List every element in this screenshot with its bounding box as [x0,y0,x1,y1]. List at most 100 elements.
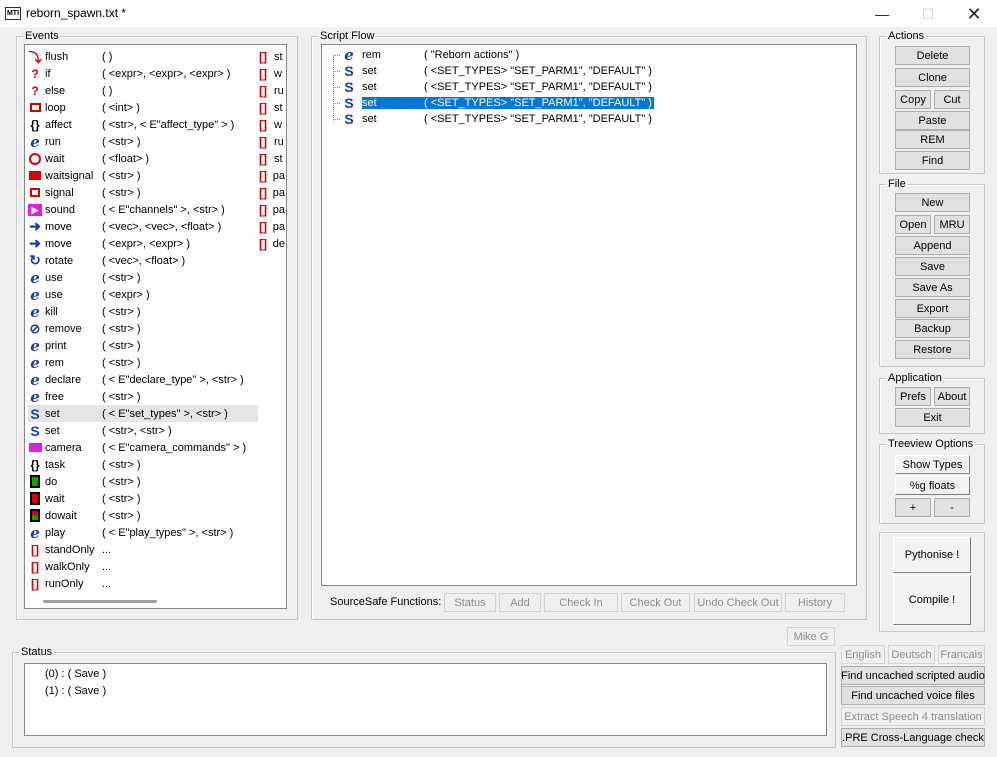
event-item[interactable]: ⤵ flush ( ) [28,48,258,65]
ss-history-button: History [785,593,845,612]
status-log[interactable]: (0) : ( Save ) (1) : ( Save ) [24,663,827,736]
event-item[interactable]: {} task ( <str> ) [28,456,258,473]
restore-button[interactable]: Restore [895,340,970,359]
event-name-truncated: pa [272,203,285,216]
status-line: (0) : ( Save ) [45,668,107,680]
paste-button[interactable]: Paste [895,111,970,130]
event-item[interactable]: e use ( <str> ) [28,268,258,287]
about-button[interactable]: About [934,387,970,406]
event-item-col2[interactable]: [] w [259,116,285,133]
event-item[interactable]: ↻ rotate ( <vec>, <float> ) [28,252,258,269]
open-button[interactable]: Open [895,215,931,234]
pre-cross-language-check-button[interactable]: .PRE Cross-Language check [841,728,985,747]
event-name: runOnly [45,577,84,590]
exit-button[interactable]: Exit [895,408,970,427]
event-item-col2[interactable]: [] pa [259,218,285,235]
compile-button[interactable]: Compile ! [893,575,971,625]
event-item-col2[interactable]: [] st [259,99,285,116]
script-flow-tree[interactable]: e rem( "Reborn actions" ) Sset( <SET_TYPES… [321,44,857,586]
tree-branch [333,55,340,56]
mru-button[interactable]: MRU [934,215,970,234]
backup-button[interactable]: Backup [895,319,970,338]
find-uncached-voice-button[interactable]: Find uncached voice files [841,686,985,705]
event-name-truncated: ru [274,135,284,148]
event-item[interactable]: ? if ( <expr>, <expr>, <expr> ) [28,65,258,82]
prefs-button[interactable]: Prefs [895,387,931,406]
event-args: ( < E"camera_commands" > ) [102,441,247,454]
event-item[interactable]: do ( <str> ) [28,473,258,490]
event-item[interactable]: e rem ( <str> ) [28,354,258,372]
flow-item[interactable]: e rem ( "Reborn actions" ) [333,46,521,64]
event-item-col2[interactable]: [] st [259,48,285,65]
event-item[interactable]: e free ( <str> ) [28,388,258,406]
event-item[interactable]: e kill ( <str> ) [28,303,258,321]
event-item-col2[interactable]: [] w [259,65,285,82]
event-args: ... [102,577,112,590]
flow-item[interactable]: Sset( <SET_TYPES> "SET_PARM1", "DEFAULT"… [333,63,654,79]
event-item-col2[interactable]: [] ru [259,133,285,150]
event-item[interactable]: e play ( < E"play_types" >, <str> ) [28,524,258,542]
minimize-button[interactable]: — [859,0,905,28]
event-item[interactable]: e run ( <str> ) [28,133,258,151]
close-button[interactable]: ✕ [951,0,997,28]
events-list[interactable]: ⤵ flush ( )? if ( <expr>, <expr>, <expr> )? e… [24,44,287,609]
cut-button[interactable]: Cut [934,90,970,109]
event-item[interactable]: ▶ sound ( < E"channels" >, <str> ) [28,201,258,218]
event-item-col2[interactable]: [] ru [259,82,285,99]
new-button[interactable]: New [895,193,970,212]
event-args: ( <int> ) [102,101,140,114]
save-button[interactable]: Save [895,257,970,276]
rem-button[interactable]: REM [895,130,970,149]
find-uncached-audio-button[interactable]: Find uncached scripted audio [841,666,985,685]
event-item-col2[interactable]: [] pa [259,167,285,184]
pythonise-button[interactable]: Pythonise ! [893,537,971,573]
event-item[interactable]: e declare ( < E"declare_type" >, <str> ) [28,371,258,389]
event-item[interactable]: ➜ move ( <vec>, <vec>, <float> ) [28,218,258,235]
flow-item[interactable]: Sset( <SET_TYPES> "SET_PARM1", "DEFAULT"… [333,111,654,127]
event-item[interactable]: [] walkOnly... [28,558,258,575]
flush-icon: ⤵ [28,50,42,65]
event-item[interactable]: Sset ( < E"set_types" >, <str> ) [28,405,258,422]
event-item[interactable]: [] standOnly... [28,541,258,558]
e-icon: e [30,268,40,287]
flow-item[interactable]: Sset( <SET_TYPES> "SET_PARM1", "DEFAULT"… [333,95,654,111]
collapse-button[interactable]: - [934,498,970,517]
brackets-icon: [] [259,66,267,81]
events-horizontal-scrollbar[interactable] [43,600,157,603]
clone-button[interactable]: Clone [895,68,970,87]
event-item[interactable]: {} affect ( <str>, < E"affect_type" > ) [28,116,258,133]
event-item[interactable]: signal ( <str> ) [28,184,258,201]
event-item-col2[interactable]: [] pa [259,201,285,218]
event-item[interactable]: [] runOnly... [28,575,258,592]
event-item[interactable]: ➜ move ( <expr>, <expr> ) [28,235,258,252]
event-item[interactable]: dowait ( <str> ) [28,507,258,524]
find-button[interactable]: Find [895,151,970,170]
expand-button[interactable]: + [895,498,931,517]
copy-button[interactable]: Copy [895,90,931,109]
event-item[interactable]: ⊘ remove ( <str> ) [28,320,258,337]
english-button: English [841,645,885,664]
flow-item[interactable]: Sset( <SET_TYPES> "SET_PARM1", "DEFAULT"… [333,79,654,95]
event-item[interactable]: waitsignal ( <str> ) [28,167,258,184]
event-name: kill [45,305,58,318]
show-types-toggle[interactable]: Show Types [895,455,970,474]
event-item[interactable]: camera ( < E"camera_commands" > ) [28,439,258,456]
append-button[interactable]: Append [895,236,970,255]
g-floats-toggle[interactable]: %g floats [895,476,970,495]
event-name-truncated: st [274,152,283,165]
event-item[interactable]: ? else ( ) [28,82,258,99]
event-item-col2[interactable]: [] st [259,150,285,167]
save-as-button[interactable]: Save As [895,278,970,297]
delete-button[interactable]: Delete [895,46,970,65]
event-item[interactable]: wait ( <float> ) [28,150,258,167]
event-item[interactable]: loop ( <int> ) [28,99,258,116]
event-item-col2[interactable]: [] pa [259,184,285,201]
event-item[interactable]: e print ( <str> ) [28,337,258,355]
event-item[interactable]: Sset ( <str>, <str> ) [28,422,258,439]
event-item[interactable]: e use ( <expr> ) [28,286,258,304]
file-label: File [886,178,908,191]
export-button[interactable]: Export [895,299,970,318]
event-item-col2[interactable]: [] de [259,235,285,252]
brackets-icon: [] [259,49,267,64]
event-item[interactable]: wait ( <str> ) [28,490,258,507]
